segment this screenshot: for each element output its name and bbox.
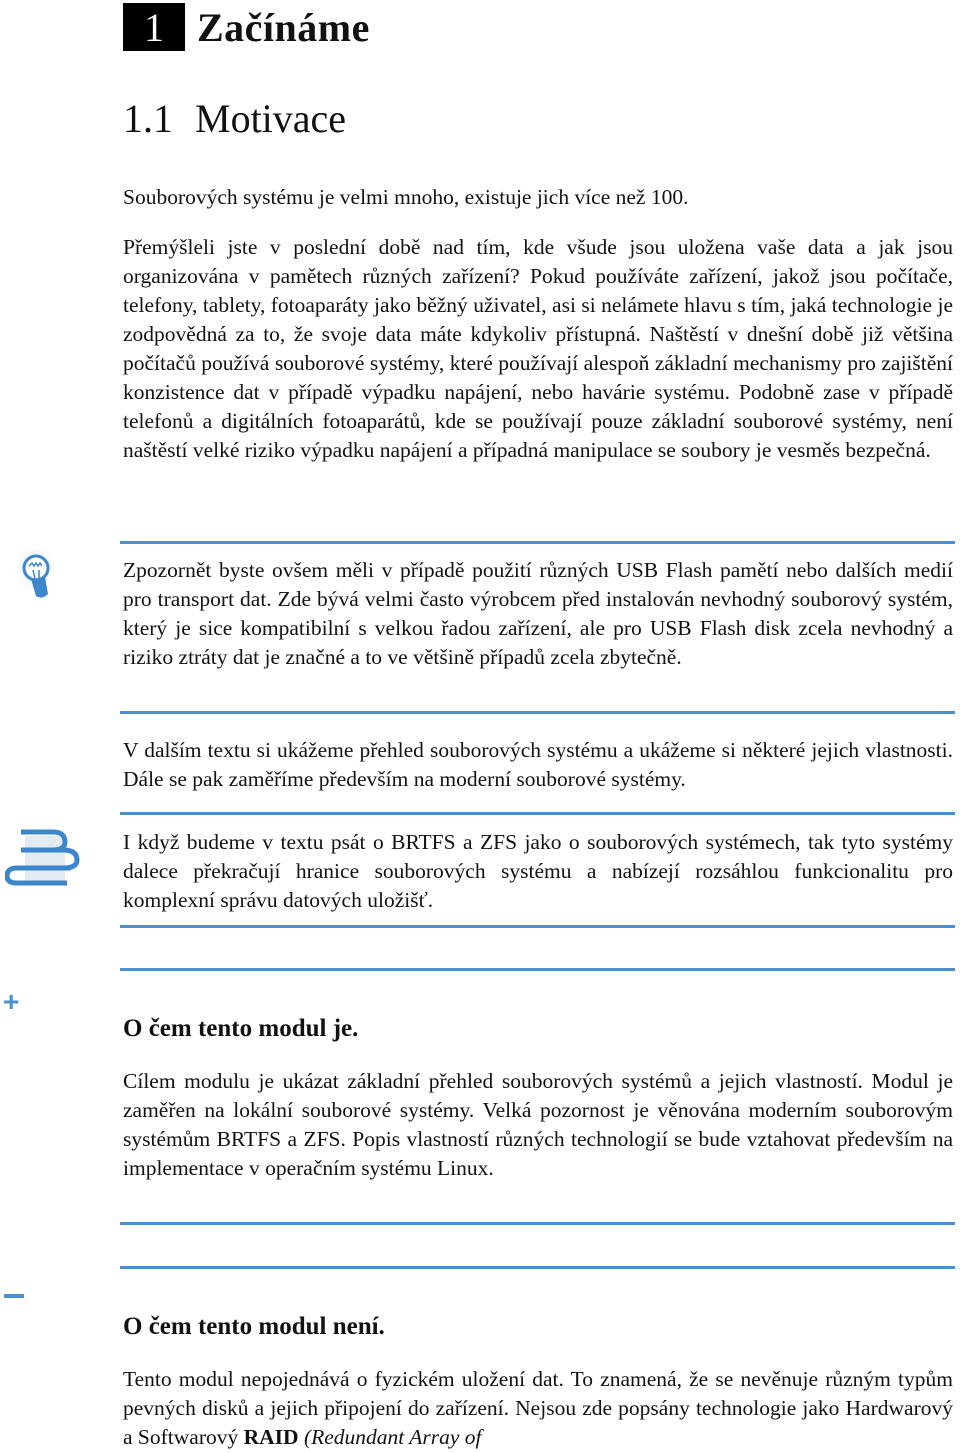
note-rule-top <box>120 812 955 815</box>
is-box-text: Cílem modulu je ukázat základní přehled … <box>123 1069 953 1180</box>
paragraph-motivation: Přemýšleli jste v poslední době nad tím,… <box>123 235 953 462</box>
chapter-title: Začínáme <box>197 4 370 50</box>
chapter-number: 1 <box>123 3 185 51</box>
chapter-heading: 1 Začínáme <box>123 3 370 51</box>
lightbulb-icon <box>12 548 62 608</box>
tip-text: Zpozornět byste ovšem měli v případě pou… <box>123 558 953 669</box>
tip-rule-bottom <box>120 711 955 714</box>
note-rule-bottom <box>120 925 955 928</box>
note-text: I když budeme v textu psát o BRTFS a ZFS… <box>123 830 953 912</box>
paragraph-overview: V dalším textu si ukážeme přehled soubor… <box>123 738 953 791</box>
section-heading: 1.1 Motivace <box>123 95 346 142</box>
isnot-box-title: O čem tento modul není. <box>123 1313 385 1340</box>
isnot-box-text: Tento modul nepojednává o fyzickém ulože… <box>123 1365 953 1452</box>
is-box-rule-bottom <box>120 1222 955 1225</box>
minus-icon <box>4 1294 24 1298</box>
raid-term: RAID <box>243 1425 299 1449</box>
section-title: Motivace <box>195 96 347 141</box>
isnot-box-rule-top <box>120 1266 955 1269</box>
paragraph-intro: Souborových systému je velmi mnoho, exis… <box>123 185 689 209</box>
books-icon <box>4 828 80 888</box>
section-number: 1.1 <box>123 96 173 141</box>
tip-rule-top <box>120 541 955 544</box>
is-box-rule-top <box>120 968 955 971</box>
is-box-title: O čem tento modul je. <box>123 1015 359 1042</box>
raid-expansion: (Redundant Array of <box>298 1425 482 1449</box>
plus-icon: + <box>3 986 20 1017</box>
